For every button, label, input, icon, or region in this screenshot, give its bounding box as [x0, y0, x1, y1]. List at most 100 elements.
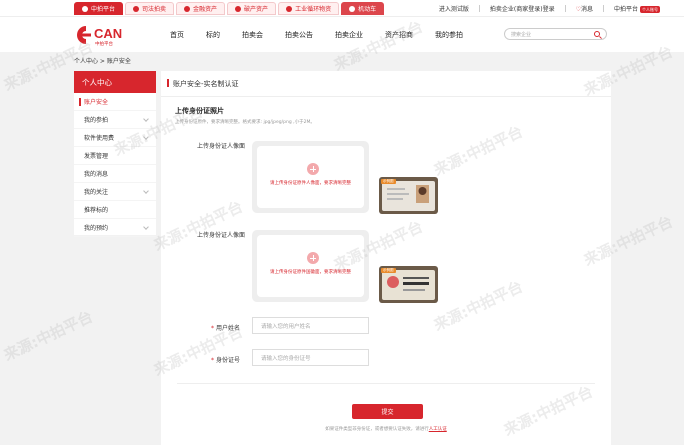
- divider: [602, 5, 604, 12]
- account-badge: 个人账号: [640, 6, 660, 13]
- id-number-label-text: 身份证号: [216, 357, 241, 364]
- upload-area: 请上传身份证原件人像面，要求清晰完整: [257, 146, 364, 208]
- nav-auctions[interactable]: 拍卖会: [242, 30, 263, 40]
- sidebar: 个人中心 账户安全 我的参拍 软件使用费 发票管理 我的消息 我的关注 推荐标的…: [74, 71, 156, 237]
- tab-label: 机动车: [358, 6, 377, 13]
- sample-tag: 示例图: [381, 179, 396, 184]
- id-number-label: * 身份证号: [211, 355, 240, 364]
- tab-label: 金融资产: [193, 6, 218, 13]
- watermark: 来源:中拍平台: [0, 307, 96, 365]
- tab-financial-assets[interactable]: 金融资产: [176, 2, 226, 15]
- sidebar-item-label: 我的参拍: [84, 117, 109, 124]
- divider: [564, 5, 566, 12]
- coin-icon: [184, 5, 191, 12]
- id-number-field[interactable]: 请输入您的身份证号: [252, 349, 369, 366]
- required-mark: *: [211, 357, 214, 364]
- tab-label: 司法拍卖: [142, 6, 167, 13]
- divider: [478, 5, 480, 12]
- tab-label: 工业循环物资: [295, 6, 332, 13]
- search-placeholder: 搜索企业: [511, 31, 532, 38]
- id-back-sample-image: 示例图: [379, 266, 438, 303]
- messages-label: 消息: [580, 6, 593, 13]
- platform-account-link[interactable]: 中拍平台 个人账号: [614, 4, 660, 13]
- tab-motor-vehicle[interactable]: 机动车: [341, 2, 385, 15]
- sidebar-item-follows[interactable]: 我的关注: [74, 183, 156, 201]
- sidebar-item-label: 我的预约: [84, 225, 109, 232]
- id-front-upload[interactable]: 请上传身份证原件人像面，要求清晰完整: [252, 141, 369, 213]
- sidebar-item-reservations[interactable]: 我的预约: [74, 219, 156, 237]
- logo-mark-icon: CAN 中拍平台: [76, 26, 122, 47]
- submit-button[interactable]: 提交: [352, 404, 423, 419]
- shield-icon: [133, 5, 140, 12]
- messages-link[interactable]: ♡消息: [576, 4, 593, 13]
- nav-announcements[interactable]: 拍卖公告: [285, 30, 313, 40]
- name-label-text: 用户姓名: [216, 325, 241, 332]
- platform-tabs: 中拍平台 司法拍卖 金融资产 破产资产 工业循环物资 机动车: [74, 2, 385, 15]
- sidebar-item-account-security[interactable]: 账户安全: [74, 93, 156, 111]
- sidebar-item-invoices[interactable]: 发票管理: [74, 147, 156, 165]
- test-version-link[interactable]: 进入测试版: [439, 4, 469, 13]
- tab-zhongpai-platform[interactable]: 中拍平台: [74, 2, 124, 15]
- nav-asset-investment[interactable]: 资产招商: [385, 30, 413, 40]
- id-number-placeholder: 请输入您的身份证号: [261, 355, 311, 362]
- can-logo[interactable]: CAN 中拍平台: [74, 23, 134, 47]
- chevron-down-icon: [143, 116, 149, 122]
- breadcrumb: 个人中心 > 账户安全: [74, 58, 131, 65]
- recycle-icon: [286, 5, 293, 12]
- top-bar: 中拍平台 司法拍卖 金融资产 破产资产 工业循环物资 机动车 进入测试版 拍卖企…: [0, 0, 684, 17]
- panel-title: 账户安全-实名制认证: [167, 79, 239, 88]
- asset-icon: [235, 5, 242, 12]
- upload-instruction: 请上传身份证原件人像面，要求清晰完整: [270, 181, 351, 186]
- chevron-down-icon: [143, 224, 149, 230]
- sidebar-item-label: 软件使用费: [84, 135, 115, 142]
- sidebar-item-label: 推荐标的: [84, 207, 109, 214]
- nav-my-bids[interactable]: 我的参拍: [435, 30, 463, 40]
- nav-home[interactable]: 首页: [170, 30, 184, 40]
- required-mark: *: [211, 325, 214, 332]
- upload-area: 请上传身份证原件国徽面，要求清晰完整: [257, 235, 364, 297]
- sidebar-item-messages[interactable]: 我的消息: [74, 165, 156, 183]
- manual-verification-link[interactable]: 人工认证: [429, 427, 447, 432]
- id-front-label: 上传身份证人像面: [197, 143, 246, 150]
- top-links: 进入测试版 拍卖企业(商家登录)登录 ♡消息 中拍平台 个人账号: [439, 0, 660, 17]
- id-back-upload[interactable]: 请上传身份证原件国徽面，要求清晰完整: [252, 230, 369, 302]
- name-field[interactable]: 请输入您的用户姓名: [252, 317, 369, 334]
- sidebar-item-label: 我的关注: [84, 189, 109, 196]
- divider: [161, 96, 611, 97]
- tab-bankruptcy-assets[interactable]: 破产资产: [227, 2, 277, 15]
- divider: [177, 383, 595, 384]
- merchant-login-link[interactable]: 拍卖企业(商家登录)登录: [490, 4, 555, 13]
- upload-hint: 上传身份证原件，要求清晰完整。格式要求: jpg/jpeg/png ,小于2M。: [175, 120, 315, 125]
- plus-icon: [307, 163, 319, 175]
- search-icon[interactable]: [594, 31, 600, 37]
- foot-note-text: 如果证件类型非身份证，或者想要认证失败，请进行: [325, 427, 429, 432]
- sidebar-item-label: 账户安全: [84, 99, 109, 106]
- main-header: CAN 中拍平台 首页 标的 拍卖会 拍卖公告 拍卖企业 资产招商 我的参拍 搜…: [0, 17, 684, 52]
- id-back-label: 上传身份证人像面: [197, 232, 246, 239]
- car-icon: [349, 5, 356, 12]
- platform-label: 中拍平台: [613, 6, 638, 13]
- main-nav: 首页 标的 拍卖会 拍卖公告 拍卖企业 资产招商 我的参拍: [170, 17, 463, 52]
- tab-judicial-auction[interactable]: 司法拍卖: [125, 2, 175, 15]
- sample-tag: 示例图: [381, 268, 396, 273]
- sidebar-title: 个人中心: [74, 71, 156, 93]
- sidebar-item-my-bids[interactable]: 我的参拍: [74, 111, 156, 129]
- sidebar-item-recommended[interactable]: 推荐标的: [74, 201, 156, 219]
- upload-instruction: 请上传身份证原件国徽面，要求清晰完整: [270, 270, 351, 275]
- chevron-down-icon: [143, 188, 149, 194]
- manual-verification-note: 如果证件类型非身份证，或者想要认证失败，请进行人工认证: [161, 426, 611, 432]
- nav-lots[interactable]: 标的: [206, 30, 220, 40]
- section-title: 上传身份证照片: [175, 107, 224, 115]
- tab-industrial-recycling[interactable]: 工业循环物资: [278, 2, 340, 15]
- search-input[interactable]: 搜索企业: [504, 28, 607, 40]
- sidebar-item-label: 发票管理: [84, 153, 109, 160]
- nav-companies[interactable]: 拍卖企业: [335, 30, 363, 40]
- id-front-sample-image: 示例图: [379, 177, 438, 214]
- chevron-down-icon: [143, 134, 149, 140]
- home-icon: [82, 5, 88, 12]
- name-label: * 用户姓名: [211, 323, 240, 332]
- svg-text:中拍平台: 中拍平台: [95, 40, 113, 47]
- sidebar-item-software-fee[interactable]: 软件使用费: [74, 129, 156, 147]
- sidebar-item-label: 我的消息: [84, 171, 109, 178]
- tab-label: 破产资产: [244, 6, 269, 13]
